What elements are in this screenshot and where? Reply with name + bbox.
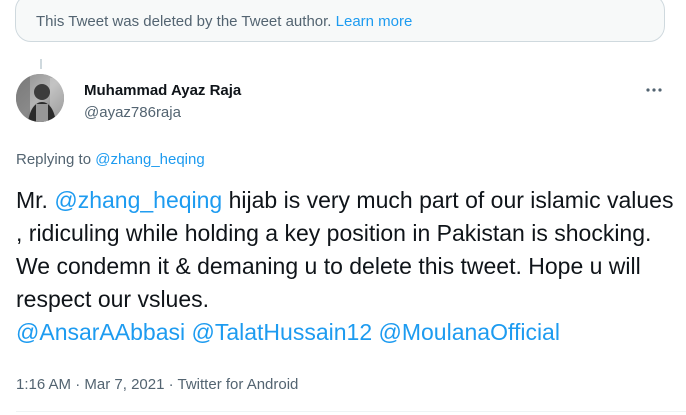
- more-options-button[interactable]: [640, 76, 668, 104]
- deleted-notice-text: This Tweet was deleted by the Tweet auth…: [36, 13, 412, 30]
- replying-prefix: Replying to: [16, 151, 92, 168]
- author-name[interactable]: Muhammad Ayaz Raja: [84, 82, 241, 99]
- more-horizontal-icon: [646, 88, 662, 92]
- mention-link[interactable]: @AnsarAAbbasi: [16, 319, 185, 345]
- replying-to-line: Replying to @zhang_heqing: [16, 151, 205, 168]
- avatar[interactable]: [16, 74, 64, 122]
- tweet-metadata: 1:16 AM · Mar 7, 2021 · Twitter for Andr…: [16, 376, 298, 393]
- meta-separator: ·: [75, 376, 81, 393]
- mention-link[interactable]: @zhang_heqing: [54, 187, 222, 213]
- tweet-time[interactable]: 1:16 AM: [16, 376, 71, 393]
- divider: [16, 411, 686, 412]
- mention-link[interactable]: @MoulanaOfficial: [379, 319, 560, 345]
- meta-separator: ·: [168, 376, 174, 393]
- tweet-date[interactable]: Mar 7, 2021: [84, 376, 164, 393]
- mention-link[interactable]: @TalatHussain12: [192, 319, 373, 345]
- thread-connector-line: [40, 59, 42, 69]
- deleted-tweet-notice: This Tweet was deleted by the Tweet auth…: [15, 0, 665, 42]
- replying-handle-link[interactable]: @zhang_heqing: [95, 151, 204, 168]
- author-handle[interactable]: @ayaz786raja: [84, 104, 181, 121]
- avatar-photo: [16, 74, 64, 122]
- tweet-text-prefix: Mr.: [16, 187, 55, 213]
- tweet-source[interactable]: Twitter for Android: [178, 376, 299, 393]
- learn-more-link[interactable]: Learn more: [336, 13, 413, 30]
- tweet-body: Mr. @zhang_heqing hijab is very much par…: [16, 184, 676, 349]
- deleted-notice-message: This Tweet was deleted by the Tweet auth…: [36, 13, 332, 30]
